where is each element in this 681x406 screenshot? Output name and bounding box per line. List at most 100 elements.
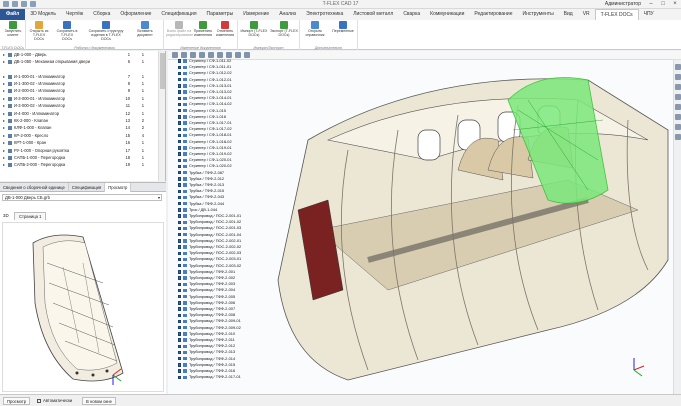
new-window-button[interactable]: В новом окне [82, 397, 116, 405]
checkbox-icon[interactable] [178, 220, 182, 224]
checkbox-icon[interactable] [178, 263, 182, 268]
view-cube-icon[interactable] [675, 64, 681, 70]
checkbox-icon[interactable] [178, 152, 182, 156]
checkbox-icon[interactable] [178, 313, 182, 317]
variables-button[interactable]: Переменные [330, 21, 356, 43]
checkbox-icon[interactable] [178, 245, 182, 249]
checkbox-icon[interactable] [178, 108, 182, 113]
checkbox-icon[interactable] [178, 363, 182, 367]
tab-drawing[interactable]: Чертёж [61, 9, 88, 20]
tab-view[interactable]: Вид [559, 9, 578, 20]
file-selector[interactable]: ДВ-1-000 Дверь СБ.grb ▾ [2, 194, 162, 201]
checkbox-icon[interactable] [178, 369, 182, 373]
checkbox-icon[interactable] [178, 170, 182, 175]
tab-formatting[interactable]: Оформление [115, 9, 156, 20]
hide-icon[interactable] [675, 134, 681, 140]
checkbox-icon[interactable] [178, 338, 182, 342]
save-structure-button[interactable]: Сохранить структуру изделия в T-FLEX DOC… [86, 21, 126, 43]
checkbox-icon[interactable] [178, 96, 182, 100]
tree-row[interactable]: ▸ И-3-000-02 - Иллюминатор 11 1 [0, 102, 158, 109]
checkbox-icon[interactable] [178, 288, 182, 293]
tree-row[interactable]: ▸ КРТ-1-000 - Кран 16 1 [0, 139, 158, 146]
checkbox-icon[interactable] [178, 102, 182, 107]
preview-button[interactable]: Просмотр [3, 397, 31, 405]
checkbox-icon[interactable] [178, 65, 182, 69]
user-name[interactable]: Администратор [605, 1, 641, 7]
import-button[interactable]: Импорт (T-FLEX DOCs) [240, 21, 268, 43]
tree-row[interactable]: ▸ И-2-000-01 - Иллюминатор 9 1 [0, 87, 158, 94]
tree-row[interactable]: ▸ ДВ-1-050 - Механизм открывания двери 6 1 [0, 58, 158, 72]
tree-row[interactable]: ▸ ДВ-1-000 - Дверь 1 1 [0, 51, 158, 58]
tab-electrical[interactable]: Электротехника [301, 9, 348, 20]
side-view-icon[interactable] [675, 94, 681, 100]
checkbox-icon[interactable] [178, 325, 182, 330]
tab-assembly-info[interactable]: Сведения о сборочной единице [0, 183, 69, 192]
tree-row[interactable]: ▸ И-3-000-01 - Иллюминатор 10 1 [0, 95, 158, 102]
checkbox-icon[interactable] [178, 121, 182, 125]
structure-tree[interactable]: ▸ ДВ-1-000 - Дверь 1 1 ▸ ДВ-1-050 - Механизм… [0, 51, 166, 181]
checkbox-icon[interactable] [178, 226, 182, 231]
model-elements-list[interactable]: Стрингер / СФ-1-011-02 Стрингер / СФ-1-0… [175, 58, 270, 394]
checkbox-icon[interactable] [178, 133, 182, 138]
checkbox-icon[interactable] [178, 158, 182, 162]
checkbox-icon[interactable] [178, 127, 182, 131]
checkbox-icon[interactable] [178, 71, 182, 76]
checkbox-icon[interactable] [178, 59, 182, 63]
iso-view-icon[interactable] [675, 104, 681, 110]
checkbox-icon[interactable] [178, 195, 182, 200]
tree-row[interactable]: ▸ РУ-1-000 - Опорная рукоятка 17 1 [0, 147, 158, 154]
tab-tools[interactable]: Инструменты [517, 9, 558, 20]
scrollbar-thumb[interactable] [160, 53, 165, 89]
checkbox-icon[interactable] [178, 232, 182, 237]
tree-row[interactable]: ▸ КР-2-000 - Кресло 15 4 [0, 132, 158, 139]
tab-assembly[interactable]: Сборка [88, 9, 115, 20]
checkbox-icon[interactable] [178, 201, 182, 206]
checkbox-icon[interactable] [178, 251, 182, 255]
checkbox-icon[interactable] [178, 214, 182, 218]
tab-spec[interactable]: Спецификация [69, 183, 106, 192]
checkbox-icon[interactable] [178, 189, 182, 193]
minimize-icon[interactable]: – [647, 0, 655, 8]
checkbox-icon[interactable] [178, 319, 182, 324]
list-item[interactable]: Трубопровод / ТФФ-2-017-01 [175, 374, 270, 380]
tab-specification[interactable]: Спецификация [156, 9, 201, 20]
checkbox-icon[interactable] [178, 146, 182, 150]
checkbox-icon[interactable] [178, 183, 182, 187]
tree-row[interactable]: ▸ КЛФ-1-000 - Клапан 14 2 [0, 124, 158, 131]
tab-analysis[interactable]: Анализ [274, 9, 301, 20]
checkbox-icon[interactable] [178, 208, 182, 212]
checkbox-icon[interactable] [178, 257, 182, 262]
checkbox-icon[interactable] [178, 84, 182, 88]
open-reference-button[interactable]: Открыть справочник [302, 21, 328, 43]
start-client-button[interactable]: Запустить клиент [2, 21, 24, 43]
tree-row[interactable]: ▸ КК-2-000 - Клапан 13 2 [0, 117, 158, 124]
tree-row[interactable]: ▸ И-1-000-01 - Иллюминатор 7 1 [0, 73, 158, 80]
tab-parameters[interactable]: Параметры [202, 9, 239, 20]
tab-tflex-docs[interactable]: T-FLEX DOCs [594, 9, 639, 20]
checkbox-icon[interactable] [178, 270, 182, 274]
tab-editing[interactable]: Редактирование [469, 9, 517, 20]
insert-document-button[interactable]: Вставить документ [130, 21, 160, 43]
checkbox-icon[interactable] [178, 90, 182, 94]
tab-cnc[interactable]: ЧПУ [639, 9, 659, 20]
tab-vr[interactable]: VR [578, 9, 595, 20]
checkbox-icon[interactable] [178, 350, 182, 355]
maximize-icon[interactable]: □ [659, 0, 667, 8]
cancel-changes-button[interactable]: Отменить изменения [214, 21, 236, 43]
top-view-icon[interactable] [675, 84, 681, 90]
tab-welding[interactable]: Сварка [398, 9, 425, 20]
checkbox-icon[interactable] [178, 77, 182, 82]
checkbox-icon[interactable] [178, 177, 182, 181]
tab-preview[interactable]: Просмотр [105, 183, 132, 192]
checkbox-icon[interactable] [178, 164, 182, 169]
tree-row[interactable]: ▸ И-1-300-02 - Иллюминатор 8 1 [0, 80, 158, 87]
checkbox-icon[interactable] [178, 294, 182, 299]
export-button[interactable]: Экспорт (T-FLEX DOCs) [270, 21, 298, 43]
wireframe-icon[interactable] [675, 124, 681, 130]
checkbox-icon[interactable] [178, 139, 182, 144]
checkbox-icon[interactable] [178, 239, 182, 243]
tab-measure[interactable]: Измерение [238, 9, 274, 20]
checkbox-icon[interactable] [178, 301, 182, 305]
shading-icon[interactable] [675, 114, 681, 120]
tree-scrollbar[interactable] [158, 51, 165, 181]
